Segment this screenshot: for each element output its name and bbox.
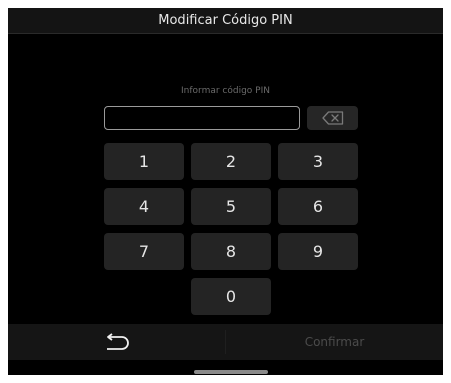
page-title: Modificar Código PIN — [158, 13, 293, 28]
pin-input[interactable] — [104, 106, 300, 130]
key-8[interactable]: 8 — [191, 233, 271, 270]
pin-change-screen: Modificar Código PIN Informar código PIN… — [8, 8, 443, 375]
key-5[interactable]: 5 — [191, 188, 271, 225]
key-9[interactable]: 9 — [278, 233, 358, 270]
key-6[interactable]: 6 — [278, 188, 358, 225]
home-indicator[interactable] — [194, 370, 268, 374]
backspace-button[interactable] — [307, 106, 358, 130]
back-button[interactable] — [8, 324, 225, 360]
backspace-icon — [321, 111, 343, 125]
key-2[interactable]: 2 — [191, 143, 271, 180]
key-0[interactable]: 0 — [191, 278, 271, 315]
key-7[interactable]: 7 — [104, 233, 184, 270]
key-3[interactable]: 3 — [278, 143, 358, 180]
key-1[interactable]: 1 — [104, 143, 184, 180]
key-4[interactable]: 4 — [104, 188, 184, 225]
return-arrow-icon — [106, 333, 129, 350]
title-bar: Modificar Código PIN — [8, 8, 443, 34]
bottom-action-bar: Confirmar — [8, 324, 443, 360]
pin-prompt-label: Informar código PIN — [181, 86, 270, 96]
confirm-button[interactable]: Confirmar — [226, 324, 443, 360]
